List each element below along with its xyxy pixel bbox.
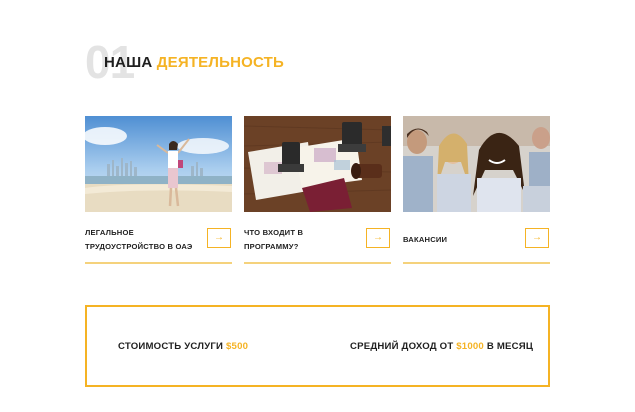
average-income-label: СРЕДНИЙ ДОХОД ОТ (350, 341, 454, 352)
card-underline (244, 262, 391, 264)
arrow-right-icon: → (373, 232, 383, 243)
card-arrow-button[interactable]: → (207, 228, 231, 248)
card-program-contents[interactable]: ЧТО ВХОДИТ В ПРОГРАММУ? → (244, 116, 391, 266)
average-income-suffix: В МЕСЯЦ (486, 341, 534, 352)
section-title-part1: НАША (104, 54, 153, 71)
card-arrow-button[interactable]: → (366, 228, 390, 248)
section-header: 01 НАША ДЕЯТЕЛЬНОСТЬ (85, 39, 385, 85)
card-label[interactable]: ВАКАНСИИ (403, 226, 513, 254)
card-image-beach[interactable] (85, 116, 232, 212)
section-title: НАША ДЕЯТЕЛЬНОСТЬ (104, 54, 284, 71)
arrow-right-icon: → (532, 232, 542, 243)
service-cost-value: $500 (226, 341, 249, 352)
card-label[interactable]: ЛЕГАЛЬНОЕ ТРУДОУСТРОЙСТВО В ОАЭ (85, 226, 195, 254)
card-underline (85, 262, 232, 264)
service-cost: СТОИМОСТЬ УСЛУГИ $500 (118, 341, 248, 352)
card-arrow-button[interactable]: → (525, 228, 549, 248)
arrow-right-icon: → (214, 232, 224, 243)
average-income: СРЕДНИЙ ДОХОД ОТ $1000 В МЕСЯЦ (350, 341, 533, 352)
card-label[interactable]: ЧТО ВХОДИТ В ПРОГРАММУ? (244, 226, 354, 254)
card-legal-employment[interactable]: ЛЕГАЛЬНОЕ ТРУДОУСТРОЙСТВО В ОАЭ → (85, 116, 232, 266)
average-income-value: $1000 (456, 341, 484, 352)
service-cost-label: СТОИМОСТЬ УСЛУГИ (118, 341, 224, 352)
card-image-passport[interactable] (244, 116, 391, 212)
card-underline (403, 262, 550, 264)
card-vacancies[interactable]: ВАКАНСИИ → (403, 116, 550, 266)
card-image-students[interactable] (403, 116, 550, 212)
section-title-part2: ДЕЯТЕЛЬНОСТЬ (156, 54, 284, 71)
activity-cards: ЛЕГАЛЬНОЕ ТРУДОУСТРОЙСТВО В ОАЭ → ЧТО ВХ… (85, 116, 550, 266)
pricing-box: СТОИМОСТЬ УСЛУГИ $500 СРЕДНИЙ ДОХОД ОТ $… (85, 305, 550, 387)
